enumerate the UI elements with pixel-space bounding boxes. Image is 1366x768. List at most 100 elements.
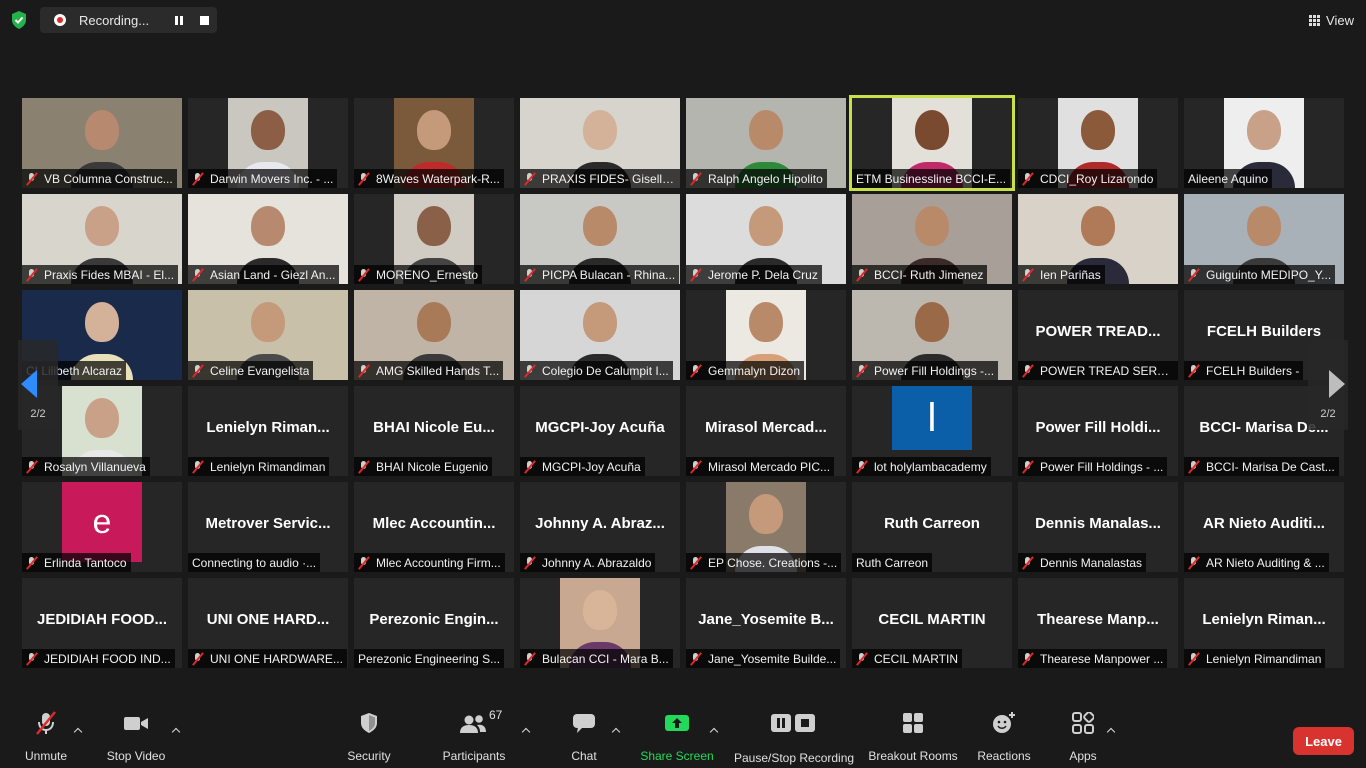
participant-tile[interactable]: Celine Evangelista (188, 290, 348, 380)
participant-tile[interactable]: MORENO_Ernesto (354, 194, 514, 284)
participant-tile[interactable]: Thearese Manp... Thearese Manpower ... (1018, 578, 1178, 668)
security-button[interactable]: Security (346, 708, 392, 768)
breakout-rooms-button[interactable]: Breakout Rooms (868, 708, 958, 768)
participant-name-bar: Thearese Manpower ... (1018, 649, 1168, 668)
participant-tile[interactable]: Johnny A. Abraz... Johnny A. Abrazaldo (520, 482, 680, 572)
participant-tile[interactable]: Guiguinto MEDIPO_Y... (1184, 194, 1344, 284)
participant-tile[interactable]: PICPA Bulacan - Rhina... (520, 194, 680, 284)
participant-name-bar: Erlinda Tantoco (22, 553, 131, 572)
participant-face (1247, 110, 1281, 150)
participant-tile[interactable]: Asian Land - Giezl An... (188, 194, 348, 284)
participant-tile[interactable]: Bulacan CCI - Mara B... (520, 578, 680, 668)
recording-dot-icon (54, 14, 66, 26)
microphone-muted-icon (1187, 268, 1201, 281)
microphone-muted-icon (523, 460, 537, 473)
participants-button[interactable]: 67 Participants (443, 708, 506, 768)
participant-tile[interactable]: ETM Businessline BCCI-E... (849, 95, 1015, 191)
participant-tile[interactable]: Colegio De Calumpit I... (520, 290, 680, 380)
participant-tile[interactable]: CECIL MARTIN CECIL MARTIN (852, 578, 1012, 668)
participants-caret-icon[interactable] (521, 726, 531, 736)
participant-tile[interactable]: BCCI- Ruth Jimenez (852, 194, 1012, 284)
participant-tile[interactable]: Gemmalyn Dizon (686, 290, 846, 380)
participant-tile[interactable]: POWER TREAD... POWER TREAD SERVI... (1018, 290, 1178, 380)
video-options-caret-icon[interactable] (171, 726, 181, 736)
participant-name: Mlec Accounting Firm... (376, 555, 501, 570)
participant-tile[interactable]: BHAI Nicole Eu... BHAI Nicole Eugenio (354, 386, 514, 476)
participant-tile[interactable]: Lenielyn Riman... Lenielyn Rimandiman (1184, 578, 1344, 668)
participant-tile[interactable]: Jane_Yosemite B... Jane_Yosemite Builde..… (686, 578, 846, 668)
apps-button[interactable]: Apps (1066, 708, 1100, 768)
participant-tile[interactable]: Mirasol Mercad... Mirasol Mercado PIC... (686, 386, 846, 476)
participant-tile[interactable]: Darwin Movers Inc. - ... (188, 98, 348, 188)
video-gallery: VB Columna Construc... Darwin Movers Inc.… (22, 95, 1344, 668)
view-button[interactable]: View (1309, 9, 1354, 31)
share-caret-icon[interactable] (709, 726, 719, 736)
stop-recording-icon[interactable] (200, 15, 209, 25)
participant-tile[interactable]: AMG Skilled Hands T... (354, 290, 514, 380)
next-page-button[interactable]: 2/2 (1308, 340, 1348, 430)
recording-indicator: Recording... (40, 7, 217, 33)
pause-stop-recording-button[interactable]: Pause/Stop Recording (734, 708, 854, 768)
microphone-muted-icon (191, 460, 205, 473)
pause-recording-icon[interactable] (175, 15, 183, 25)
chat-caret-icon[interactable] (611, 726, 621, 736)
share-screen-label: Share Screen (640, 749, 714, 763)
participant-name: AR Nieto Auditing & ... (1206, 555, 1325, 570)
microphone-muted-icon (523, 268, 537, 281)
participant-tile[interactable]: l lot holylambacademy (852, 386, 1012, 476)
leave-button[interactable]: Leave (1293, 727, 1354, 755)
participant-tile[interactable]: Power Fill Holdi... Power Fill Holdings -… (1018, 386, 1178, 476)
participant-name: lot holylambacademy (874, 459, 987, 474)
participant-tile[interactable]: PRAXIS FIDES- Giselle... (520, 98, 680, 188)
page-indicator-right: 2/2 (1320, 408, 1336, 420)
participant-tile[interactable]: Metrover Servic... Connecting to audio ·.… (188, 482, 348, 572)
participant-face (583, 110, 617, 150)
participant-tile[interactable]: Ien Pariñas (1018, 194, 1178, 284)
previous-page-button[interactable]: 2/2 (18, 340, 58, 430)
participant-tile[interactable]: Ralph Angelo Hipolito (686, 98, 846, 188)
microphone-muted-icon (357, 268, 371, 281)
participant-tile[interactable]: AR Nieto Auditi... AR Nieto Auditing & ..… (1184, 482, 1344, 572)
audio-options-caret-icon[interactable] (73, 726, 83, 736)
participant-face (85, 206, 119, 246)
stop-video-button[interactable]: Stop Video (107, 708, 165, 768)
participant-tile[interactable]: Aileene Aquino (1184, 98, 1344, 188)
microphone-muted-icon (1187, 652, 1201, 665)
participant-tile[interactable]: CDCI_Roy Lizarondo (1018, 98, 1178, 188)
participant-tile[interactable]: Dennis Manalas... Dennis Manalastas (1018, 482, 1178, 572)
participant-name-bar: CECIL MARTIN (852, 649, 963, 668)
unmute-button[interactable]: Unmute (22, 708, 70, 768)
participant-tile[interactable]: Power Fill Holdings -... (852, 290, 1012, 380)
share-screen-button[interactable]: Share Screen (640, 708, 714, 768)
participant-tile[interactable]: Perezonic Engin... Perezonic Engineering … (354, 578, 514, 668)
microphone-muted-icon (25, 172, 39, 185)
apps-caret-icon[interactable] (1106, 726, 1116, 736)
reactions-button[interactable]: Reactions (976, 708, 1032, 768)
participant-tile[interactable]: Praxis Fides MBAI - El... (22, 194, 182, 284)
participant-tile[interactable]: Lenielyn Riman... Lenielyn Rimandiman (188, 386, 348, 476)
breakout-rooms-icon (902, 708, 924, 738)
microphone-muted-icon (523, 556, 537, 569)
participant-display-name: BHAI Nicole Eu... (373, 419, 495, 436)
microphone-muted-icon (357, 556, 371, 569)
microphone-muted-icon (689, 652, 703, 665)
participant-face (749, 302, 783, 342)
participant-name-bar: CDCI_Roy Lizarondo (1018, 169, 1158, 188)
participant-tile[interactable]: Ruth Carreon Ruth Carreon (852, 482, 1012, 572)
participant-tile[interactable]: 8Waves Waterpark-R... (354, 98, 514, 188)
participant-name: EP Chose. Creations -... (708, 555, 838, 570)
chat-button[interactable]: Chat (566, 708, 602, 768)
participant-tile[interactable]: e Erlinda Tantoco (22, 482, 182, 572)
shield-check-icon[interactable] (10, 10, 28, 30)
participant-tile[interactable]: VB Columna Construc... (22, 98, 182, 188)
participant-tile[interactable]: MGCPI-Joy Acuña MGCPI-Joy Acuña (520, 386, 680, 476)
participant-name: JEDIDIAH FOOD IND... (44, 651, 171, 666)
participant-tile[interactable]: JEDIDIAH FOOD... JEDIDIAH FOOD IND... (22, 578, 182, 668)
participant-tile[interactable]: Mlec Accountin... Mlec Accounting Firm... (354, 482, 514, 572)
participant-display-name: UNI ONE HARD... (206, 611, 330, 628)
participant-tile[interactable]: UNI ONE HARD... UNI ONE HARDWARE... (188, 578, 348, 668)
participant-tile[interactable]: Jerome P. Dela Cruz (686, 194, 846, 284)
participant-name-bar: Asian Land - Giezl An... (188, 265, 340, 284)
participant-tile[interactable]: EP Chose. Creations -... (686, 482, 846, 572)
participant-display-name: AR Nieto Auditi... (1203, 515, 1325, 532)
